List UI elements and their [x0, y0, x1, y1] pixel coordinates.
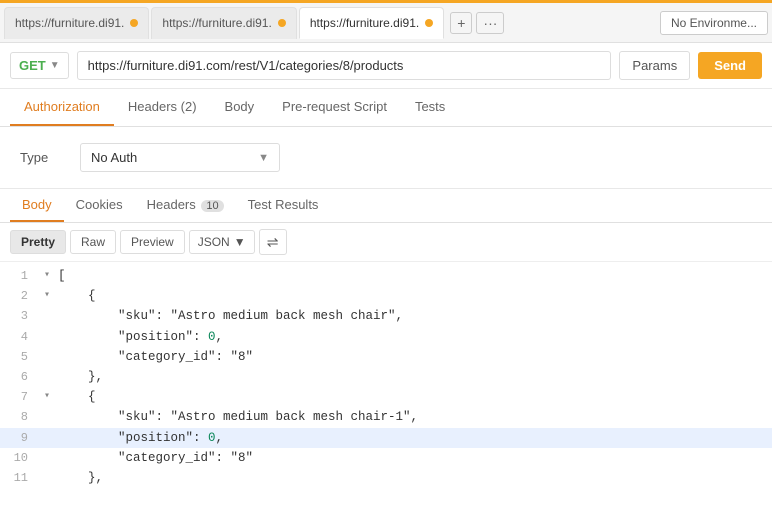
browser-tabs-bar: https://furniture.di91. https://furnitur… — [0, 3, 772, 43]
line-content-11: }, — [54, 468, 103, 488]
line-content-2: { — [54, 286, 96, 306]
code-line-3: 3 "sku": "Astro medium back mesh chair", — [0, 306, 772, 326]
line-number-5: 5 — [0, 347, 40, 367]
code-line-10: 10 "category_id": "8" — [0, 448, 772, 468]
more-tabs-button[interactable]: ··· — [476, 12, 504, 34]
code-line-1: 1▾[ — [0, 266, 772, 286]
line-content-7: { — [54, 387, 96, 407]
code-line-9: 9 "position": 0, — [0, 428, 772, 448]
resp-tab-testresults[interactable]: Test Results — [236, 189, 331, 222]
tab-prerequest[interactable]: Pre-request Script — [268, 89, 401, 126]
line-content-8: "sku": "Astro medium back mesh chair-1", — [54, 407, 418, 427]
line-toggle-8 — [40, 407, 54, 427]
wrap-icon: ⇌ — [267, 234, 279, 251]
tab-3-dot — [425, 19, 433, 27]
code-line-7: 7▾ { — [0, 387, 772, 407]
line-toggle-6 — [40, 367, 54, 387]
code-line-2: 2▾ { — [0, 286, 772, 306]
auth-type-selector[interactable]: No Auth ▼ — [80, 143, 280, 172]
format-selector[interactable]: JSON ▼ — [189, 230, 255, 254]
line-content-9: "position": 0, — [54, 428, 223, 448]
format-label: JSON — [198, 235, 230, 249]
send-button[interactable]: Send — [698, 52, 762, 79]
line-content-5: "category_id": "8" — [54, 347, 253, 367]
code-toolbar: Pretty Raw Preview JSON ▼ ⇌ — [0, 223, 772, 262]
auth-section: Type No Auth ▼ — [0, 127, 772, 189]
format-chevron-icon: ▼ — [234, 235, 246, 249]
headers-count-badge: 10 — [201, 200, 223, 212]
request-bar: GET ▼ Params Send — [0, 43, 772, 89]
line-toggle-1[interactable]: ▾ — [40, 266, 54, 286]
line-toggle-2[interactable]: ▾ — [40, 286, 54, 306]
line-toggle-9 — [40, 428, 54, 448]
auth-chevron-icon: ▼ — [258, 152, 269, 164]
line-toggle-5 — [40, 347, 54, 367]
tab-headers[interactable]: Headers (2) — [114, 89, 211, 126]
line-number-8: 8 — [0, 407, 40, 427]
line-number-4: 4 — [0, 327, 40, 347]
tab-2-label: https://furniture.di91. — [162, 16, 271, 30]
code-line-4: 4 "position": 0, — [0, 327, 772, 347]
resp-tab-headers[interactable]: Headers 10 — [135, 189, 236, 222]
tab-actions: + ··· — [450, 12, 504, 34]
resp-tab-body[interactable]: Body — [10, 189, 64, 222]
auth-type-label: Type — [20, 150, 60, 165]
tab-2-dot — [278, 19, 286, 27]
line-number-11: 11 — [0, 468, 40, 488]
line-number-2: 2 — [0, 286, 40, 306]
line-toggle-7[interactable]: ▾ — [40, 387, 54, 407]
tab-3-label: https://furniture.di91. — [310, 16, 419, 30]
line-content-4: "position": 0, — [54, 327, 223, 347]
auth-selected-value: No Auth — [91, 150, 137, 165]
wrap-button[interactable]: ⇌ — [259, 229, 287, 255]
browser-tab-2[interactable]: https://furniture.di91. — [151, 7, 296, 39]
add-tab-button[interactable]: + — [450, 12, 472, 34]
url-input[interactable] — [77, 51, 612, 80]
line-number-1: 1 — [0, 266, 40, 286]
line-content-3: "sku": "Astro medium back mesh chair", — [54, 306, 403, 326]
code-line-6: 6 }, — [0, 367, 772, 387]
method-label: GET — [19, 58, 46, 73]
line-content-1: [ — [54, 266, 66, 286]
line-number-7: 7 — [0, 387, 40, 407]
tab-1-label: https://furniture.di91. — [15, 16, 124, 30]
code-line-8: 8 "sku": "Astro medium back mesh chair-1… — [0, 407, 772, 427]
auth-row: Type No Auth ▼ — [20, 143, 752, 172]
tab-body[interactable]: Body — [211, 89, 269, 126]
environment-selector[interactable]: No Environme... — [660, 11, 768, 35]
json-code-area: 1▾[2▾ {3 "sku": "Astro medium back mesh … — [0, 262, 772, 492]
line-number-10: 10 — [0, 448, 40, 468]
line-toggle-4 — [40, 327, 54, 347]
line-number-3: 3 — [0, 306, 40, 326]
tab-tests[interactable]: Tests — [401, 89, 459, 126]
raw-button[interactable]: Raw — [70, 230, 116, 254]
code-line-11: 11 }, — [0, 468, 772, 488]
params-button[interactable]: Params — [619, 51, 690, 80]
pretty-button[interactable]: Pretty — [10, 230, 66, 254]
line-number-9: 9 — [0, 428, 40, 448]
line-content-6: }, — [54, 367, 103, 387]
tab-1-dot — [130, 19, 138, 27]
method-selector[interactable]: GET ▼ — [10, 52, 69, 79]
code-line-5: 5 "category_id": "8" — [0, 347, 772, 367]
preview-button[interactable]: Preview — [120, 230, 185, 254]
response-tabs: Body Cookies Headers 10 Test Results — [0, 189, 772, 223]
browser-tab-1[interactable]: https://furniture.di91. — [4, 7, 149, 39]
tab-authorization[interactable]: Authorization — [10, 89, 114, 126]
line-content-10: "category_id": "8" — [54, 448, 253, 468]
line-number-6: 6 — [0, 367, 40, 387]
browser-tab-3[interactable]: https://furniture.di91. — [299, 7, 444, 39]
line-toggle-10 — [40, 448, 54, 468]
request-tabs: Authorization Headers (2) Body Pre-reque… — [0, 89, 772, 127]
line-toggle-3 — [40, 306, 54, 326]
resp-tab-cookies[interactable]: Cookies — [64, 189, 135, 222]
method-chevron-icon: ▼ — [50, 60, 60, 71]
line-toggle-11 — [40, 468, 54, 488]
